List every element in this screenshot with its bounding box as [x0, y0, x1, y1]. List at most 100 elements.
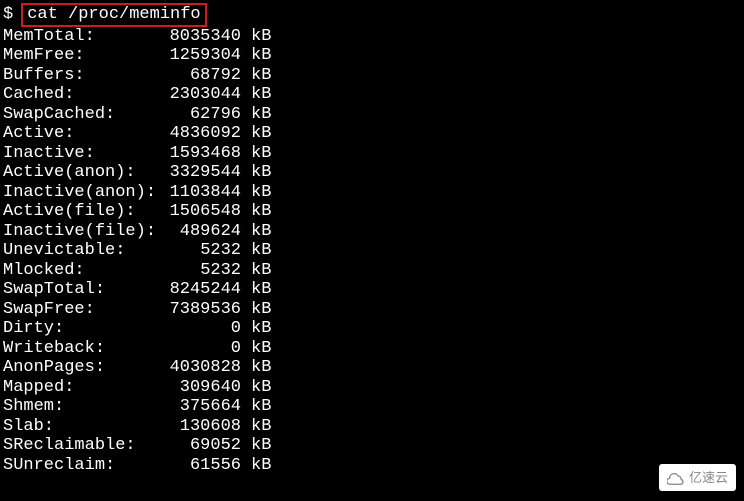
meminfo-unit: kB	[241, 163, 271, 183]
meminfo-value: 1103844	[155, 183, 241, 203]
meminfo-label: Active:	[3, 124, 155, 144]
meminfo-unit: kB	[241, 124, 271, 144]
meminfo-label: MemFree:	[3, 46, 155, 66]
meminfo-unit: kB	[241, 222, 271, 242]
meminfo-row: Cached:2303044kB	[3, 85, 741, 105]
meminfo-unit: kB	[241, 46, 271, 66]
meminfo-value: 3329544	[155, 163, 241, 183]
meminfo-unit: kB	[241, 241, 271, 261]
meminfo-row: Active:4836092kB	[3, 124, 741, 144]
meminfo-value: 375664	[155, 397, 241, 417]
meminfo-label: SReclaimable:	[3, 436, 155, 456]
meminfo-row: MemFree:1259304kB	[3, 46, 741, 66]
meminfo-value: 4030828	[155, 358, 241, 378]
meminfo-value: 68792	[155, 66, 241, 86]
meminfo-label: Inactive(file):	[3, 222, 155, 242]
meminfo-unit: kB	[241, 27, 271, 47]
meminfo-value: 5232	[155, 241, 241, 261]
meminfo-row: Inactive(file):489624kB	[3, 222, 741, 242]
meminfo-label: Shmem:	[3, 397, 155, 417]
meminfo-row: SwapCached:62796kB	[3, 105, 741, 125]
meminfo-row: SwapTotal:8245244kB	[3, 280, 741, 300]
meminfo-unit: kB	[241, 417, 271, 437]
meminfo-value: 130608	[155, 417, 241, 437]
meminfo-label: MemTotal:	[3, 27, 155, 47]
meminfo-label: Active(anon):	[3, 163, 155, 183]
meminfo-row: SwapFree:7389536kB	[3, 300, 741, 320]
meminfo-label: SwapCached:	[3, 105, 155, 125]
meminfo-unit: kB	[241, 85, 271, 105]
meminfo-row: SUnreclaim:61556kB	[3, 456, 741, 476]
meminfo-row: AnonPages:4030828kB	[3, 358, 741, 378]
meminfo-value: 1506548	[155, 202, 241, 222]
meminfo-row: Writeback:0kB	[3, 339, 741, 359]
meminfo-label: Buffers:	[3, 66, 155, 86]
meminfo-label: Writeback:	[3, 339, 155, 359]
watermark-text: 亿速云	[689, 468, 728, 488]
meminfo-row: Slab:130608kB	[3, 417, 741, 437]
meminfo-value: 0	[155, 339, 241, 359]
meminfo-label: Slab:	[3, 417, 155, 437]
meminfo-value: 8245244	[155, 280, 241, 300]
meminfo-label: Inactive:	[3, 144, 155, 164]
meminfo-unit: kB	[241, 397, 271, 417]
meminfo-unit: kB	[241, 105, 271, 125]
meminfo-row: Inactive:1593468kB	[3, 144, 741, 164]
meminfo-value: 0	[155, 319, 241, 339]
meminfo-row: Unevictable:5232kB	[3, 241, 741, 261]
meminfo-unit: kB	[241, 280, 271, 300]
meminfo-value: 5232	[155, 261, 241, 281]
meminfo-row: SReclaimable:69052kB	[3, 436, 741, 456]
meminfo-row: Buffers:68792kB	[3, 66, 741, 86]
meminfo-label: Active(file):	[3, 202, 155, 222]
meminfo-value: 8035340	[155, 27, 241, 47]
meminfo-row: Mapped:309640kB	[3, 378, 741, 398]
meminfo-label: SwapFree:	[3, 300, 155, 320]
meminfo-value: 1259304	[155, 46, 241, 66]
meminfo-label: Unevictable:	[3, 241, 155, 261]
meminfo-value: 4836092	[155, 124, 241, 144]
meminfo-row: Shmem:375664kB	[3, 397, 741, 417]
meminfo-unit: kB	[241, 300, 271, 320]
meminfo-label: Mapped:	[3, 378, 155, 398]
meminfo-unit: kB	[241, 456, 271, 476]
meminfo-value: 309640	[155, 378, 241, 398]
meminfo-unit: kB	[241, 261, 271, 281]
meminfo-value: 62796	[155, 105, 241, 125]
meminfo-label: SwapTotal:	[3, 280, 155, 300]
prompt-line: $ cat /proc/meminfo	[3, 3, 741, 27]
meminfo-unit: kB	[241, 378, 271, 398]
meminfo-row: Active(file):1506548kB	[3, 202, 741, 222]
shell-prompt: $	[3, 5, 21, 25]
meminfo-value: 61556	[155, 456, 241, 476]
meminfo-label: Dirty:	[3, 319, 155, 339]
meminfo-value: 69052	[155, 436, 241, 456]
meminfo-row: MemTotal:8035340kB	[3, 27, 741, 47]
command-highlight-box: cat /proc/meminfo	[21, 3, 206, 27]
meminfo-unit: kB	[241, 436, 271, 456]
meminfo-unit: kB	[241, 66, 271, 86]
meminfo-unit: kB	[241, 319, 271, 339]
meminfo-label: SUnreclaim:	[3, 456, 155, 476]
meminfo-row: Dirty:0kB	[3, 319, 741, 339]
meminfo-label: Mlocked:	[3, 261, 155, 281]
meminfo-unit: kB	[241, 144, 271, 164]
meminfo-value: 1593468	[155, 144, 241, 164]
command-text: cat /proc/meminfo	[27, 5, 200, 24]
meminfo-value: 2303044	[155, 85, 241, 105]
meminfo-label: Cached:	[3, 85, 155, 105]
meminfo-row: Mlocked:5232kB	[3, 261, 741, 281]
meminfo-unit: kB	[241, 183, 271, 203]
meminfo-value: 489624	[155, 222, 241, 242]
meminfo-output: MemTotal:8035340kBMemFree:1259304kBBuffe…	[3, 27, 741, 476]
meminfo-label: AnonPages:	[3, 358, 155, 378]
meminfo-row: Inactive(anon):1103844kB	[3, 183, 741, 203]
meminfo-label: Inactive(anon):	[3, 183, 155, 203]
watermark: 亿速云	[659, 464, 736, 492]
meminfo-unit: kB	[241, 202, 271, 222]
meminfo-row: Active(anon):3329544kB	[3, 163, 741, 183]
cloud-icon	[667, 471, 685, 483]
meminfo-value: 7389536	[155, 300, 241, 320]
meminfo-unit: kB	[241, 339, 271, 359]
meminfo-unit: kB	[241, 358, 271, 378]
